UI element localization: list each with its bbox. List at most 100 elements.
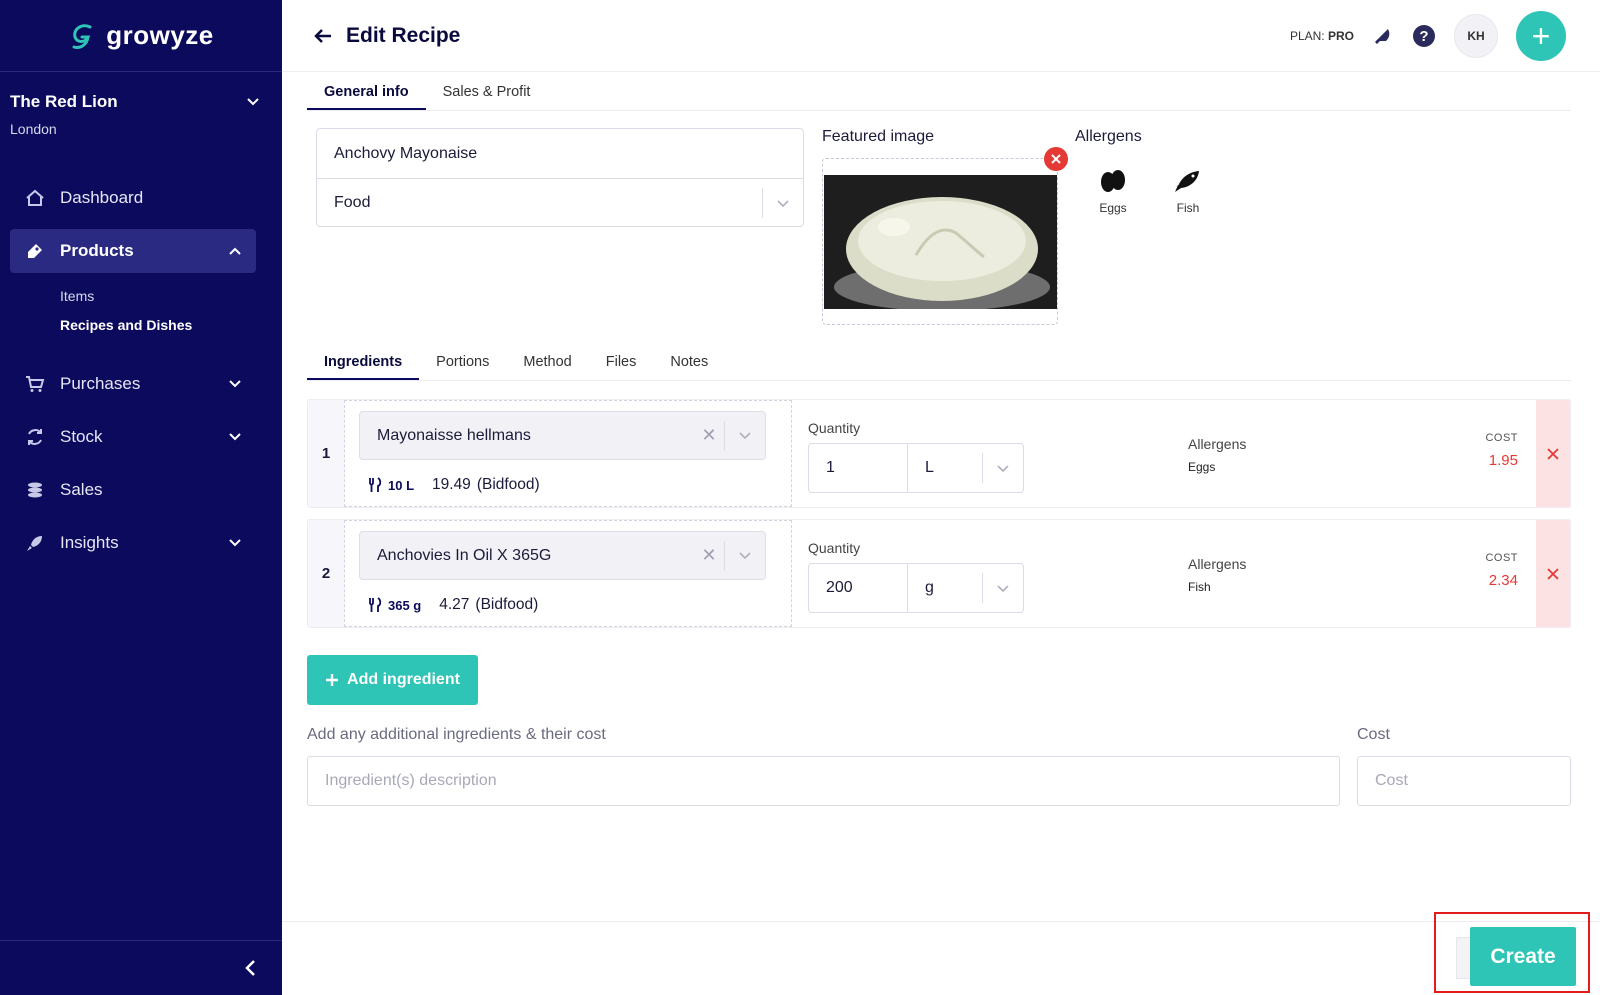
ingredient-select[interactable]: Anchovies In Oil X 365G ✕ [359, 531, 766, 580]
ingredient-row: 1 Mayonaisse hellmans ✕ 10 L 19.49 (Bidf… [307, 399, 1571, 508]
top-bar: Edit Recipe PLAN: PRO ? KH + [282, 0, 1600, 72]
tab-sales-profit[interactable]: Sales & Profit [426, 74, 548, 110]
add-ingredient-button[interactable]: Add ingredient [307, 655, 478, 705]
chevron-down-icon [725, 551, 765, 560]
add-icon[interactable]: + [1516, 10, 1566, 61]
allergens-title: Allergens [1188, 556, 1247, 572]
highlight-box [1434, 912, 1590, 993]
subnav-item-recipes[interactable]: Recipes and Dishes [60, 311, 256, 340]
clear-icon[interactable]: ✕ [694, 425, 724, 446]
bell-icon[interactable] [1372, 25, 1394, 47]
refresh-icon [24, 426, 46, 448]
tab-method[interactable]: Method [506, 344, 588, 380]
category-select[interactable]: Food [317, 178, 803, 227]
ingredient-number: 1 [308, 400, 344, 507]
clear-icon[interactable]: ✕ [694, 545, 724, 566]
home-icon [24, 187, 46, 209]
recipe-sub-tabs: Ingredients Portions Method Files Notes [307, 344, 1571, 381]
ingredient-cost: COST 2.34 [1485, 552, 1518, 589]
ingredient-name: Anchovies In Oil X 365G [377, 546, 552, 564]
recipe-tabs: General info Sales & Profit [307, 74, 1571, 111]
allergen-fish: Fish [1158, 168, 1218, 215]
cost-value: 1.95 [1488, 452, 1518, 469]
allergens-value: Fish [1188, 580, 1211, 594]
tab-general-info[interactable]: General info [307, 74, 426, 110]
sidebar-nav: Dashboard Products Items Recipes and Dis… [10, 176, 256, 574]
chevron-down-icon [983, 584, 1023, 593]
ingredient-price: 4.27 [439, 596, 470, 613]
cutlery-icon [369, 477, 382, 492]
bottom-action-bar [282, 921, 1600, 995]
venue-city: London [10, 121, 57, 137]
allergen-eggs: Eggs [1083, 168, 1143, 215]
sidebar-item-dashboard[interactable]: Dashboard [10, 176, 256, 220]
tab-portions[interactable]: Portions [419, 344, 506, 380]
sidebar-item-products[interactable]: Products [10, 229, 256, 273]
extra-cost-label: Cost [1357, 726, 1390, 743]
tab-ingredients[interactable]: Ingredients [307, 344, 420, 380]
egg-icon [1101, 170, 1125, 192]
tab-notes[interactable]: Notes [653, 344, 725, 380]
cart-icon [24, 373, 46, 395]
ingredient-cell: Anchovies In Oil X 365G ✕ 365 g 4.27 (Bi… [344, 520, 792, 627]
help-icon[interactable]: ? [1412, 24, 1436, 48]
chevron-down-icon [229, 380, 241, 388]
page-title: Edit Recipe [346, 23, 461, 47]
back-arrow-icon[interactable] [314, 28, 332, 44]
chevron-down-icon [229, 433, 241, 441]
sidebar-item-purchases[interactable]: Purchases [10, 362, 256, 406]
sidebar-item-stock[interactable]: Stock [10, 415, 256, 459]
unit-select[interactable]: g [908, 573, 1023, 603]
ingredient-size: 365 g [388, 597, 422, 613]
chevron-down-icon [229, 539, 241, 547]
ingredient-select[interactable]: Mayonaisse hellmans ✕ [359, 411, 766, 460]
cost-title: COST [1485, 432, 1518, 444]
ingredient-allergens: Allergens Eggs [1188, 436, 1246, 474]
collapse-sidebar-icon[interactable] [244, 959, 256, 977]
close-icon [1547, 447, 1559, 460]
chevron-down-icon [247, 98, 259, 106]
sidebar-item-label: Products [60, 241, 134, 260]
add-ingredient-label: Add ingredient [347, 671, 460, 688]
quantity-input[interactable]: 200 [809, 564, 908, 612]
venue-name: The Red Lion [10, 92, 118, 111]
ingredient-number: 2 [308, 520, 344, 627]
quantity-input-group: 1 L [808, 443, 1024, 493]
coins-icon [24, 479, 46, 501]
quantity-input[interactable]: 1 [809, 444, 908, 492]
featured-image-label: Featured image [822, 128, 935, 145]
brand-logo[interactable]: growyze [0, 0, 282, 72]
ingredient-allergens: Allergens Fish [1188, 556, 1246, 594]
ingredient-description-input[interactable] [307, 756, 1340, 806]
chevron-down-icon [763, 199, 803, 208]
avatar[interactable]: KH [1454, 13, 1498, 58]
sidebar-item-insights[interactable]: Insights [10, 521, 256, 565]
products-subnav: Items Recipes and Dishes [10, 282, 256, 340]
recipe-basics: Anchovy Mayonaise Food [316, 128, 804, 227]
sidebar-item-sales[interactable]: Sales [10, 468, 256, 512]
cutlery-icon [369, 597, 382, 612]
remove-image-button[interactable] [1044, 147, 1068, 171]
cost-value: 2.34 [1488, 572, 1518, 589]
recipe-name-field[interactable]: Anchovy Mayonaise [317, 129, 803, 178]
cost-title: COST [1485, 552, 1518, 564]
tab-files[interactable]: Files [589, 344, 654, 380]
sidebar-item-label: Stock [60, 427, 103, 446]
remove-ingredient-button[interactable] [1536, 400, 1570, 507]
ingredient-supplier: (Bidfood) [475, 596, 539, 613]
sidebar-item-label: Sales [60, 480, 103, 499]
remove-ingredient-button[interactable] [1536, 520, 1570, 627]
unit-value: L [925, 459, 934, 476]
quantity-label: Quantity [808, 420, 861, 436]
subnav-item-items[interactable]: Items [60, 282, 256, 311]
allergen-label: Fish [1176, 201, 1200, 215]
unit-select[interactable]: L [908, 453, 1023, 483]
extra-cost-input[interactable] [1357, 756, 1571, 806]
ingredient-meta: 10 L 19.49 (Bidfood) [369, 476, 540, 494]
chevron-up-icon [229, 247, 241, 255]
featured-image-dropzone[interactable] [822, 158, 1058, 325]
sidebar: growyze The Red Lion London Dashboard Pr… [0, 0, 282, 995]
sidebar-footer [0, 940, 282, 995]
fish-icon [1175, 171, 1199, 192]
allergens-title: Allergens [1188, 436, 1247, 452]
